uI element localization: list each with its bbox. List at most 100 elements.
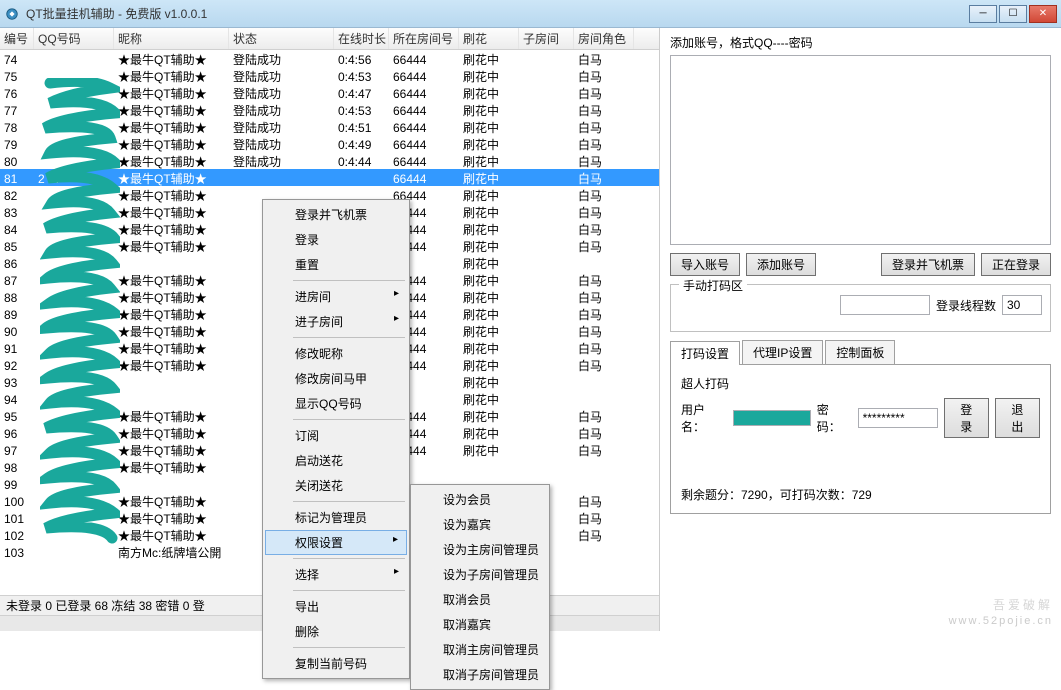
cell: 66444: [389, 84, 459, 101]
table-header: 编号QQ号码昵称状态在线时长所在房间号刷花子房间房间角色: [0, 28, 659, 50]
tab[interactable]: 控制面板: [825, 340, 895, 364]
username-input[interactable]: [733, 410, 810, 426]
login-fly-button[interactable]: 登录并飞机票: [881, 253, 975, 276]
cell: 89: [0, 305, 34, 322]
cell: 66444: [389, 101, 459, 118]
column-header[interactable]: QQ号码: [34, 28, 114, 49]
menu-item[interactable]: 关闭送花: [265, 473, 407, 498]
password-input[interactable]: [858, 408, 938, 428]
column-header[interactable]: 刷花: [459, 28, 519, 49]
cell: ★最牛QT辅助★: [114, 509, 229, 526]
watermark-url: www.52pojie.cn: [949, 615, 1053, 627]
cell: [114, 254, 229, 271]
import-button[interactable]: 导入账号: [670, 253, 740, 276]
thread-count-input[interactable]: [1002, 295, 1042, 315]
cell: 81: [0, 169, 34, 186]
column-header[interactable]: 编号: [0, 28, 34, 49]
table-row[interactable]: 80★最牛QT辅助★登陆成功0:4:4466444刷花中白马: [0, 152, 659, 169]
menu-item[interactable]: 设为嘉宾: [413, 512, 547, 537]
cell: ★最牛QT辅助★: [114, 458, 229, 475]
cell: 90: [0, 322, 34, 339]
menu-item[interactable]: 重置: [265, 252, 407, 277]
cell: ★最牛QT辅助★: [114, 186, 229, 203]
cell: [574, 458, 634, 475]
cell: 0:4:56: [334, 50, 389, 67]
cell: [34, 186, 114, 203]
menu-separator: [293, 590, 405, 591]
cell: ★最牛QT辅助★: [114, 356, 229, 373]
table-row[interactable]: 75★最牛QT辅助★登陆成功0:4:5366444刷花中白马: [0, 67, 659, 84]
cell: [34, 458, 114, 475]
cell: 白马: [574, 203, 634, 220]
cell: 南方Mc:纸牌墙公開: [114, 543, 229, 560]
column-header[interactable]: 房间角色: [574, 28, 634, 49]
maximize-button[interactable]: ☐: [999, 5, 1027, 23]
menu-item[interactable]: 取消嘉宾: [413, 612, 547, 637]
add-button[interactable]: 添加账号: [746, 253, 816, 276]
context-submenu[interactable]: 设为会员设为嘉宾设为主房间管理员设为子房间管理员取消会员取消嘉宾取消主房间管理员…: [410, 484, 550, 690]
logging-button[interactable]: 正在登录: [981, 253, 1051, 276]
add-account-label: 添加账号，格式QQ----密码: [670, 34, 1051, 51]
menu-item[interactable]: 设为主房间管理员: [413, 537, 547, 562]
column-header[interactable]: 昵称: [114, 28, 229, 49]
cell: 99: [0, 475, 34, 492]
menu-item[interactable]: 设为子房间管理员: [413, 562, 547, 587]
cell: [34, 441, 114, 458]
menu-item[interactable]: 取消会员: [413, 587, 547, 612]
cell: 0:4:47: [334, 84, 389, 101]
menu-item[interactable]: 进房间: [265, 284, 407, 309]
account-textarea[interactable]: [670, 55, 1051, 245]
column-header[interactable]: 所在房间号: [389, 28, 459, 49]
menu-item[interactable]: 启动送花: [265, 448, 407, 473]
table-row[interactable]: 74★最牛QT辅助★登陆成功0:4:5666444刷花中白马: [0, 50, 659, 67]
cell: 95: [0, 407, 34, 424]
cell: 白马: [574, 50, 634, 67]
menu-item[interactable]: 取消子房间管理员: [413, 662, 547, 687]
table-row[interactable]: 77★最牛QT辅助★登陆成功0:4:5366444刷花中白马: [0, 101, 659, 118]
menu-item[interactable]: 进子房间: [265, 309, 407, 334]
tab[interactable]: 打码设置: [670, 341, 740, 365]
menu-item[interactable]: 删除: [265, 619, 407, 644]
cell: 登陆成功: [229, 152, 334, 169]
menu-item[interactable]: 复制当前号码: [265, 651, 407, 676]
cell: [519, 373, 574, 390]
cell: 76: [0, 84, 34, 101]
cell: 刷花中: [459, 50, 519, 67]
cell: [519, 67, 574, 84]
close-button[interactable]: ✕: [1029, 5, 1057, 23]
table-row[interactable]: 79★最牛QT辅助★登陆成功0:4:4966444刷花中白马: [0, 135, 659, 152]
cell: 0:4:44: [334, 152, 389, 169]
captcha-input[interactable]: [840, 295, 930, 315]
menu-separator: [293, 337, 405, 338]
cell: 98: [0, 458, 34, 475]
menu-item[interactable]: 设为会员: [413, 487, 547, 512]
minimize-button[interactable]: ─: [969, 5, 997, 23]
cell: ★最牛QT辅助★: [114, 84, 229, 101]
menu-item[interactable]: 修改房间马甲: [265, 366, 407, 391]
table-row[interactable]: 812 27★最牛QT辅助★66444刷花中白马: [0, 169, 659, 186]
menu-item[interactable]: 显示QQ号码: [265, 391, 407, 416]
menu-item[interactable]: 选择: [265, 562, 407, 587]
menu-item[interactable]: 订阅: [265, 423, 407, 448]
menu-item[interactable]: 取消主房间管理员: [413, 637, 547, 662]
menu-item[interactable]: 权限设置: [265, 530, 407, 555]
dama-login-button[interactable]: 登录: [944, 398, 989, 438]
menu-item[interactable]: 导出: [265, 594, 407, 619]
dama-logout-button[interactable]: 退出: [995, 398, 1040, 438]
cell: [34, 475, 114, 492]
cell: ★最牛QT辅助★: [114, 135, 229, 152]
table-row[interactable]: 76★最牛QT辅助★登陆成功0:4:4766444刷花中白马: [0, 84, 659, 101]
column-header[interactable]: 子房间: [519, 28, 574, 49]
menu-item[interactable]: 标记为管理员: [265, 505, 407, 530]
column-header[interactable]: 状态: [229, 28, 334, 49]
table-row[interactable]: 78★最牛QT辅助★登陆成功0:4:5166444刷花中白马: [0, 118, 659, 135]
cell: [34, 509, 114, 526]
cell: 白马: [574, 169, 634, 186]
menu-item[interactable]: 修改昵称: [265, 341, 407, 366]
tab[interactable]: 代理IP设置: [742, 340, 823, 364]
context-menu[interactable]: 登录并飞机票登录重置进房间进子房间修改昵称修改房间马甲显示QQ号码订阅启动送花关…: [262, 199, 410, 679]
column-header[interactable]: 在线时长: [334, 28, 389, 49]
menu-item[interactable]: 登录并飞机票: [265, 202, 407, 227]
cell: 93: [0, 373, 34, 390]
menu-item[interactable]: 登录: [265, 227, 407, 252]
